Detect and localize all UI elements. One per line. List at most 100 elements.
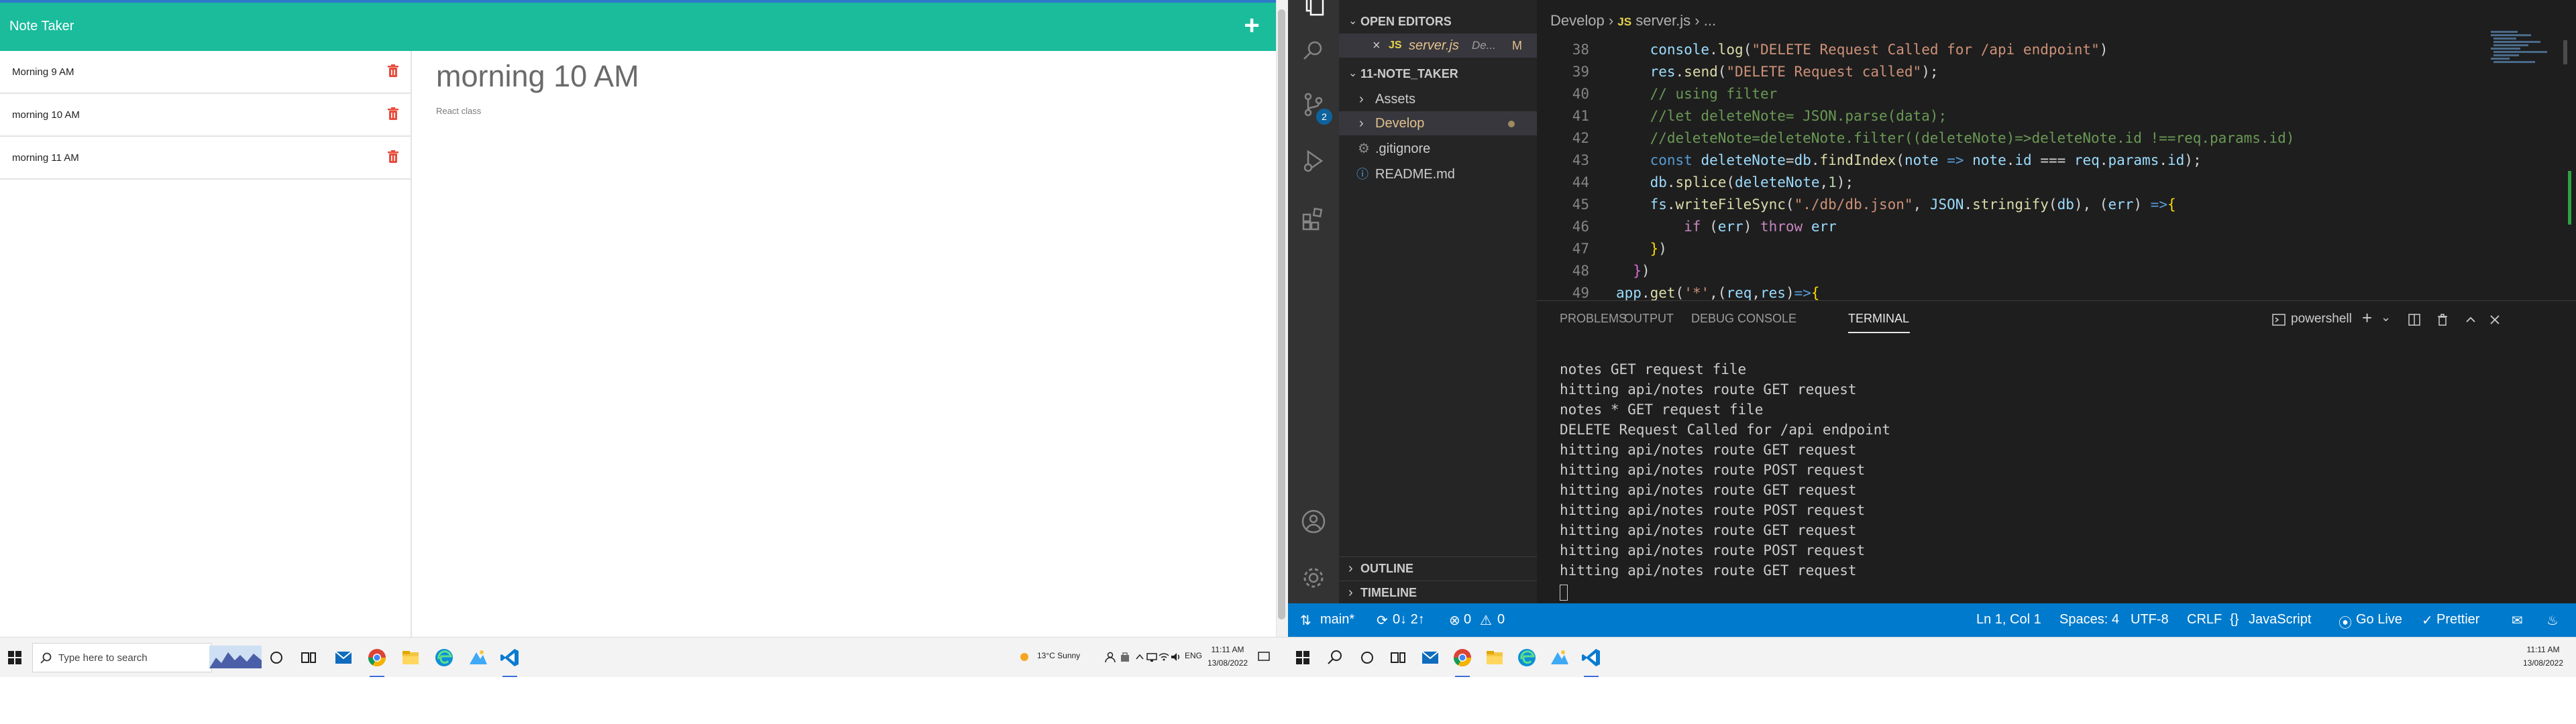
edge-icon[interactable] (433, 647, 455, 668)
note-list-item[interactable]: morning 11 AM (0, 137, 411, 180)
close-icon[interactable] (2488, 313, 2502, 326)
network-icon[interactable] (1146, 651, 1158, 663)
split-terminal-icon[interactable] (2408, 313, 2421, 326)
bag-icon[interactable] (1119, 651, 1131, 663)
minimap[interactable] (2489, 29, 2563, 103)
prettier-button[interactable]: Prettier (2436, 612, 2479, 627)
remote-icon[interactable]: ⇅ (1300, 612, 1311, 629)
task-view-icon[interactable] (1387, 647, 1409, 668)
volume-icon[interactable] (1170, 651, 1182, 663)
mail-icon[interactable] (1419, 647, 1441, 668)
bell-icon[interactable]: ♨ (2546, 612, 2559, 629)
breadcrumb-symbol[interactable]: ... (1704, 12, 1716, 29)
windows-start-icon[interactable] (4, 647, 25, 668)
chevron-up-icon[interactable] (1134, 651, 1146, 663)
tab-output[interactable]: OUTPUT (1624, 312, 1674, 326)
code-editor[interactable]: Develop › JS server.js › ... 38 console.… (1537, 0, 2576, 301)
taskbar-search-box[interactable]: Type here to search (32, 643, 212, 672)
tab-terminal[interactable]: TERMINAL (1848, 312, 1909, 326)
accounts-icon[interactable] (1300, 508, 1327, 535)
vscode-icon[interactable] (1580, 647, 1602, 668)
editor-scrollbar[interactable] (2563, 40, 2567, 64)
run-debug-icon[interactable] (1300, 147, 1327, 174)
note-title[interactable]: morning 11 AM (12, 152, 79, 164)
explorer-folder-develop[interactable]: › Develop (1339, 111, 1537, 135)
wifi-icon[interactable] (1158, 651, 1170, 663)
go-live-button[interactable]: Go Live (2356, 612, 2402, 627)
explorer-folder-assets[interactable]: › Assets (1339, 87, 1537, 111)
note-list-item[interactable]: Morning 9 AM (0, 51, 411, 94)
braces-icon[interactable]: {} (2230, 612, 2239, 627)
chevron-up-icon[interactable] (2464, 313, 2477, 326)
open-editor-item[interactable]: × JS server.js De... M (1339, 34, 1537, 58)
add-note-icon[interactable]: + (1238, 12, 1265, 39)
tab-debug-console[interactable]: DEBUG CONSOLE (1691, 312, 1796, 326)
broadcast-icon[interactable]: ⦿ (2339, 612, 2352, 631)
feedback-icon[interactable]: ✉ (2512, 612, 2523, 629)
close-icon[interactable]: × (1373, 34, 1381, 58)
chrome-icon[interactable] (1452, 647, 1473, 668)
search-highlight-image[interactable] (209, 646, 262, 668)
open-editors-section[interactable]: ⌄ OPEN EDITORS (1339, 9, 1537, 34)
search-icon[interactable] (1300, 38, 1327, 64)
error-icon[interactable]: ⊗ (1449, 612, 1460, 629)
settings-gear-icon[interactable] (1300, 564, 1327, 591)
cursor-position[interactable]: Ln 1, Col 1 (1976, 612, 2041, 627)
chrome-icon[interactable] (366, 647, 388, 668)
note-list-item[interactable]: morning 10 AM (0, 94, 411, 137)
cortana-icon[interactable] (266, 647, 287, 668)
breadcrumb-folder[interactable]: Develop (1550, 12, 1605, 29)
app-title[interactable]: Note Taker (9, 19, 74, 34)
note-title-input[interactable]: morning 10 AM (436, 59, 639, 94)
windows-start-icon[interactable] (1292, 647, 1313, 668)
search-icon[interactable] (1324, 647, 1346, 668)
error-count[interactable]: 0 (1464, 612, 1471, 627)
note-title[interactable]: Morning 9 AM (12, 66, 74, 78)
task-view-icon[interactable] (298, 647, 319, 668)
language-mode[interactable]: JavaScript (2249, 612, 2311, 627)
chevron-down-icon[interactable]: ⌄ (2381, 310, 2391, 324)
extensions-icon[interactable] (1300, 205, 1327, 232)
trash-icon[interactable] (385, 149, 401, 165)
paint-app-icon[interactable] (467, 647, 488, 668)
breadcrumb-file[interactable]: server.js (1635, 12, 1690, 29)
mail-icon[interactable] (333, 647, 354, 668)
terminal-cursor[interactable] (1560, 585, 1568, 601)
explorer-file-readme[interactable]: ⓘ README.md (1339, 162, 1537, 186)
note-title[interactable]: morning 10 AM (12, 109, 80, 121)
file-explorer-icon[interactable] (1484, 647, 1505, 668)
paint-app-icon[interactable] (1548, 647, 1570, 668)
vscode-icon[interactable] (499, 647, 521, 668)
terminal-shell-label[interactable]: powershell (2291, 312, 2352, 326)
tab-problems[interactable]: PROBLEMS (1560, 312, 1627, 326)
line-ending[interactable]: CRLF (2187, 612, 2222, 627)
note-text-area[interactable]: React class (436, 106, 481, 116)
trash-icon[interactable] (385, 106, 401, 122)
indentation[interactable]: Spaces: 4 (2059, 612, 2119, 627)
explorer-file-gitignore[interactable]: ⚙ .gitignore (1339, 137, 1537, 161)
clock[interactable]: 11:11 AM 13/08/2022 (2520, 643, 2567, 670)
language-indicator[interactable]: ENG (1185, 651, 1202, 660)
encoding[interactable]: UTF-8 (2131, 612, 2169, 627)
edge-icon[interactable] (1516, 647, 1538, 668)
explorer-icon[interactable] (1300, 0, 1327, 17)
cortana-icon[interactable] (1356, 647, 1378, 668)
sync-icon[interactable]: ⟳ (1377, 612, 1388, 629)
check-icon[interactable]: ✓ (2422, 612, 2433, 629)
timeline-section[interactable]: › TIMELINE (1339, 581, 1537, 605)
new-terminal-icon[interactable]: + (2362, 308, 2372, 328)
warning-icon[interactable]: ⚠ (1480, 612, 1492, 629)
trash-icon[interactable] (2436, 313, 2449, 326)
weather-text[interactable]: 13°C Sunny (1037, 651, 1080, 660)
warning-count[interactable]: 0 (1497, 612, 1505, 627)
scrollbar-thumb[interactable] (1278, 9, 1285, 619)
file-explorer-icon[interactable] (400, 647, 421, 668)
branch-indicator[interactable]: main* (1320, 612, 1354, 627)
notification-icon[interactable] (1257, 651, 1271, 663)
trash-icon[interactable] (385, 63, 401, 79)
project-section[interactable]: ⌄ 11-NOTE_TAKER (1339, 62, 1537, 86)
sync-status[interactable]: 0↓ 2↑ (1393, 612, 1425, 627)
outline-section[interactable]: › OUTLINE (1339, 556, 1537, 581)
clock[interactable]: 11:11 AM 13/08/2022 (1208, 643, 1248, 670)
people-icon[interactable] (1104, 651, 1116, 663)
